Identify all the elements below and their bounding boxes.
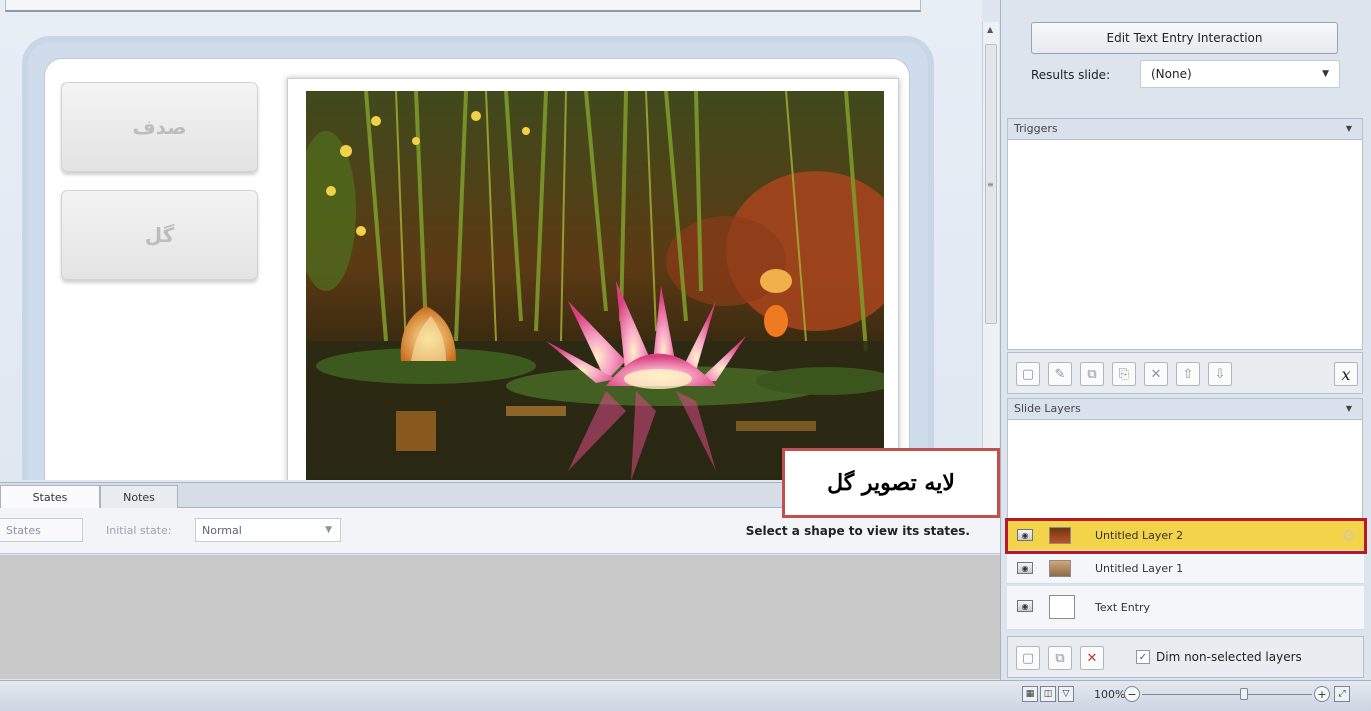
tab-states[interactable]: States bbox=[0, 485, 100, 508]
duplicate-layer-icon[interactable]: ⧉ bbox=[1048, 646, 1072, 670]
triggers-header[interactable]: Triggers ▼ bbox=[1007, 118, 1363, 140]
layer-thumbnail bbox=[1049, 560, 1071, 577]
chevron-down-icon: ▼ bbox=[325, 525, 332, 535]
results-slide-value: (None) bbox=[1151, 67, 1192, 81]
chevron-down-icon[interactable]: ▼ bbox=[1346, 404, 1352, 413]
normal-view-icon[interactable]: ▦ bbox=[1022, 686, 1038, 702]
layer-name: Text Entry bbox=[1095, 601, 1151, 614]
eye-icon[interactable]: ◉ bbox=[1017, 600, 1033, 612]
selected-layer-highlight bbox=[1005, 518, 1367, 554]
delete-layer-icon[interactable]: ✕ bbox=[1080, 646, 1104, 670]
triggers-toolbar: ▢ ✎ ⧉ ⎘ ✕ ⇧ ⇩ x bbox=[1007, 352, 1363, 394]
scroll-grip-icon: ≡ bbox=[987, 180, 994, 189]
copy-trigger-icon[interactable]: ⧉ bbox=[1080, 362, 1104, 386]
initial-state-value: Normal bbox=[202, 523, 242, 537]
delete-trigger-icon[interactable]: ✕ bbox=[1144, 362, 1168, 386]
edit-text-entry-interaction-button[interactable]: Edit Text Entry Interaction bbox=[1031, 22, 1338, 54]
zoom-out-icon[interactable]: − bbox=[1124, 686, 1140, 702]
eye-icon[interactable]: ◉ bbox=[1017, 562, 1033, 574]
zoom-controls: ▦ ◫ ▽ 100% − + ⤢ bbox=[1022, 684, 1371, 706]
slide-layers-empty bbox=[1007, 420, 1363, 520]
move-up-icon[interactable]: ⇧ bbox=[1176, 362, 1200, 386]
states-hint-text: Select a shape to view its states. bbox=[745, 524, 970, 538]
triggers-list bbox=[1007, 140, 1363, 350]
paste-trigger-icon[interactable]: ⎘ bbox=[1112, 362, 1136, 386]
edit-states-button[interactable]: States bbox=[0, 518, 83, 542]
scroll-up-icon[interactable]: ▲ bbox=[987, 25, 993, 34]
new-layer-icon[interactable]: ▢ bbox=[1016, 646, 1040, 670]
layer-row-text-entry[interactable]: ◉ Text Entry bbox=[1007, 586, 1364, 630]
layer-row-untitled-layer-1[interactable]: ◉ Untitled Layer 1 bbox=[1007, 554, 1364, 584]
slide-stage: صدف گل bbox=[0, 0, 982, 480]
triggers-title: Triggers bbox=[1014, 122, 1058, 135]
results-slide-select[interactable]: (None) ▼ bbox=[1140, 60, 1340, 88]
slide-layers-header[interactable]: Slide Layers ▼ bbox=[1007, 398, 1363, 420]
initial-state-select[interactable]: Normal ▼ bbox=[195, 518, 341, 542]
chevron-down-icon: ▼ bbox=[1322, 69, 1329, 79]
zoom-slider-track[interactable] bbox=[1142, 694, 1312, 695]
lotus-image bbox=[306, 91, 884, 480]
story-view-icon[interactable]: ◫ bbox=[1040, 686, 1056, 702]
new-trigger-icon[interactable]: ▢ bbox=[1016, 362, 1040, 386]
move-down-icon[interactable]: ⇩ bbox=[1208, 362, 1232, 386]
right-panel: Edit Text Entry Interaction Results slid… bbox=[1000, 0, 1371, 680]
dim-layers-checkbox[interactable]: ✓ bbox=[1136, 650, 1150, 664]
zoom-in-icon[interactable]: + bbox=[1314, 686, 1330, 702]
fit-to-window-icon[interactable]: ⤢ bbox=[1334, 686, 1350, 702]
chevron-down-icon[interactable]: ▼ bbox=[1346, 124, 1352, 133]
dim-layers-label: Dim non-selected layers bbox=[1156, 650, 1302, 664]
zoom-percent: 100% bbox=[1094, 688, 1126, 701]
tab-notes[interactable]: Notes bbox=[100, 485, 178, 508]
initial-state-label: Initial state: bbox=[106, 524, 172, 537]
choice-button-1[interactable]: صدف bbox=[61, 82, 258, 172]
empty-states-area bbox=[0, 555, 1000, 679]
stage-top-edge bbox=[5, 0, 921, 12]
layers-toolbar: ▢ ⧉ ✕ ✓ Dim non-selected layers bbox=[1007, 636, 1364, 678]
choice-button-2[interactable]: گل bbox=[61, 190, 258, 280]
zoom-slider-thumb[interactable] bbox=[1240, 688, 1248, 700]
edit-trigger-icon[interactable]: ✎ bbox=[1048, 362, 1072, 386]
results-slide-label: Results slide: bbox=[1031, 68, 1111, 82]
filter-icon[interactable]: ▽ bbox=[1058, 686, 1074, 702]
lotus-picture[interactable] bbox=[306, 91, 884, 480]
variables-icon[interactable]: x bbox=[1334, 362, 1358, 386]
annotation-callout: لایه تصویر گل bbox=[782, 448, 1000, 518]
layer-thumbnail bbox=[1049, 595, 1075, 619]
layer-name: Untitled Layer 1 bbox=[1095, 562, 1184, 575]
slide-layers-title: Slide Layers bbox=[1014, 402, 1081, 415]
